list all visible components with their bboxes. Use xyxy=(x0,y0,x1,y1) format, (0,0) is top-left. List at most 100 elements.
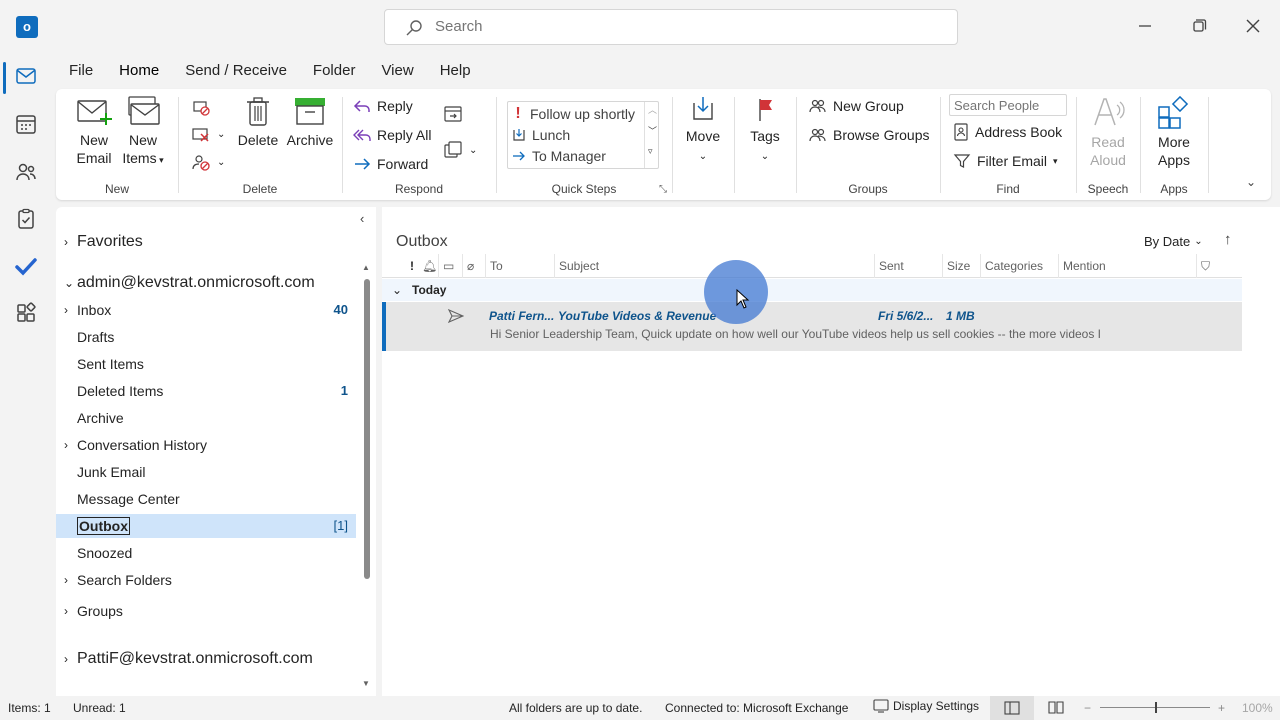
account-label: admin@kevstrat.onmicrosoft.com xyxy=(77,274,315,291)
reading-view-icon[interactable] xyxy=(1048,700,1064,717)
reminder-bell-column-icon[interactable]: 🔔︎ xyxy=(418,254,437,278)
restore-icon[interactable] xyxy=(1187,14,1211,38)
search-input[interactable] xyxy=(435,18,935,35)
zoom-in-icon[interactable]: + xyxy=(1218,701,1225,715)
filter-column-icon[interactable]: ⛉ xyxy=(1196,254,1236,278)
folder-drafts[interactable]: Drafts xyxy=(56,325,356,349)
meeting-button[interactable] xyxy=(443,103,463,125)
display-settings-button[interactable]: Display Settings xyxy=(873,699,979,713)
minimize-icon[interactable] xyxy=(1133,14,1157,38)
todo-check-icon[interactable] xyxy=(12,252,40,280)
account2-header[interactable]: › PattiF@kevstrat.onmicrosoft.com xyxy=(56,647,313,671)
folder-deleted-items[interactable]: Deleted Items 1 xyxy=(56,379,356,403)
collapse-pane-icon[interactable]: ‹ xyxy=(360,211,364,226)
date-group-header[interactable]: ⌄ Today xyxy=(382,279,1242,301)
folder-label: Sent Items xyxy=(77,356,144,372)
importance-column-icon[interactable]: ! xyxy=(406,254,414,278)
tab-file[interactable]: File xyxy=(56,60,106,86)
unread-count: 1 xyxy=(340,383,348,398)
junk-button[interactable]: ⌄ xyxy=(191,151,225,173)
account-header[interactable]: ⌄ admin@kevstrat.onmicrosoft.com xyxy=(56,271,315,295)
dialog-launcher-icon[interactable]: ⤡ xyxy=(659,184,667,195)
groups-label: Groups xyxy=(77,603,123,619)
calendar-icon[interactable] xyxy=(12,110,40,138)
scroll-down-icon[interactable]: ▼ xyxy=(362,679,370,688)
filter-email-button[interactable]: Filter Email ▾ xyxy=(953,150,1058,172)
column-categories[interactable]: Categories xyxy=(980,254,1060,278)
sort-direction-arrow-icon[interactable]: ↑ xyxy=(1224,231,1232,248)
delete-button[interactable]: Delete xyxy=(237,95,279,149)
mail-icon[interactable] xyxy=(12,62,40,90)
icon-column-icon[interactable]: ▭ xyxy=(438,254,454,278)
tasks-clipboard-icon[interactable] xyxy=(12,205,40,233)
column-size[interactable]: Size xyxy=(942,254,982,278)
group-label-respond: Respond xyxy=(394,182,444,196)
message-row[interactable]: Patti Fern... YouTube Videos & Revenue F… xyxy=(382,302,1242,351)
ribbon-group-apps: More Apps Apps xyxy=(1141,89,1207,200)
new-group-button[interactable]: New Group xyxy=(809,95,904,117)
display-settings-label: Display Settings xyxy=(893,699,980,713)
browse-groups-button[interactable]: Browse Groups xyxy=(809,124,929,146)
move-button[interactable]: Move ⌄ xyxy=(681,95,725,166)
zoom-out-icon[interactable]: − xyxy=(1084,701,1091,715)
new-items-button[interactable]: New Items ▾ xyxy=(120,95,166,169)
attachment-column-icon[interactable]: ⌀ xyxy=(462,254,474,278)
archive-button[interactable]: Archive xyxy=(285,95,335,149)
search-box[interactable] xyxy=(384,9,958,45)
reply-all-button[interactable]: Reply All xyxy=(353,124,431,146)
folder-snoozed[interactable]: Snoozed xyxy=(56,541,356,565)
browse-groups-label: Browse Groups xyxy=(833,127,930,143)
normal-view-icon[interactable] xyxy=(990,696,1034,720)
tags-button[interactable]: Tags ⌄ xyxy=(743,95,787,166)
new-email-label: New Email xyxy=(76,132,112,166)
more-apps-button[interactable]: More Apps xyxy=(1151,95,1197,169)
people-icon[interactable] xyxy=(12,158,40,186)
folder-outbox[interactable]: Outbox [1] xyxy=(56,514,356,538)
folder-scrollbar[interactable]: ▲ ▼ xyxy=(362,263,372,693)
forward-arrow-icon xyxy=(355,158,371,170)
folder-conversation-history[interactable]: › Conversation History xyxy=(56,433,356,457)
zoom-slider-thumb[interactable] xyxy=(1155,702,1157,713)
tab-folder[interactable]: Folder xyxy=(300,60,369,86)
tab-view[interactable]: View xyxy=(368,60,426,86)
ribbon-divider xyxy=(1208,97,1209,193)
forward-button[interactable]: Forward xyxy=(353,153,428,175)
column-to[interactable]: To xyxy=(485,254,555,278)
apps-grid-icon[interactable] xyxy=(12,299,40,327)
folder-inbox[interactable]: › Inbox 40 xyxy=(56,298,356,322)
new-email-button[interactable]: New Email xyxy=(74,95,114,167)
more-respond-button[interactable]: ⌄ xyxy=(443,139,477,161)
status-bar: Items: 1 Unread: 1 All folders are up to… xyxy=(0,696,1280,720)
scroll-up-icon[interactable]: ▲ xyxy=(362,263,370,272)
cleanup-button[interactable]: ⌄ xyxy=(191,123,225,145)
close-icon[interactable] xyxy=(1241,14,1265,38)
favorites-header[interactable]: › Favorites xyxy=(56,230,143,254)
tab-help[interactable]: Help xyxy=(427,60,484,86)
read-aloud-button[interactable]: Read Aloud xyxy=(1085,95,1131,169)
groups-header[interactable]: › Groups xyxy=(56,599,123,623)
folder-junk-email[interactable]: Junk Email xyxy=(56,460,356,484)
item-count: Items: 1 xyxy=(8,701,51,715)
folder-message-center[interactable]: Message Center xyxy=(56,487,356,511)
ignore-button[interactable] xyxy=(191,96,211,118)
scrollbar-thumb[interactable] xyxy=(364,279,370,579)
zoom-level: 100% xyxy=(1242,701,1273,715)
sort-dropdown[interactable]: By Date ⌄ xyxy=(1144,234,1203,249)
filter-email-label: Filter Email xyxy=(977,153,1048,169)
delete-label: Delete xyxy=(237,132,279,148)
ribbon-group-tags: Tags ⌄ xyxy=(735,89,795,200)
reply-button[interactable]: Reply xyxy=(353,95,413,117)
more-apps-grid-icon xyxy=(1158,95,1189,129)
message-from: Patti Fern... xyxy=(489,309,555,323)
chevron-down-icon: ⌄ xyxy=(760,151,770,162)
folder-sent-items[interactable]: Sent Items xyxy=(56,352,356,376)
ribbon-expand-chevron-icon[interactable]: ⌄ xyxy=(1246,175,1256,189)
tab-send-receive[interactable]: Send / Receive xyxy=(172,60,300,86)
column-sent[interactable]: Sent xyxy=(874,254,942,278)
folder-archive[interactable]: Archive xyxy=(56,406,356,430)
column-mention[interactable]: Mention xyxy=(1058,254,1196,278)
tab-home[interactable]: Home xyxy=(106,60,172,92)
address-book-button[interactable]: Address Book xyxy=(953,121,1062,143)
flag-icon xyxy=(759,99,772,121)
folder-search-folders[interactable]: › Search Folders xyxy=(56,568,356,592)
